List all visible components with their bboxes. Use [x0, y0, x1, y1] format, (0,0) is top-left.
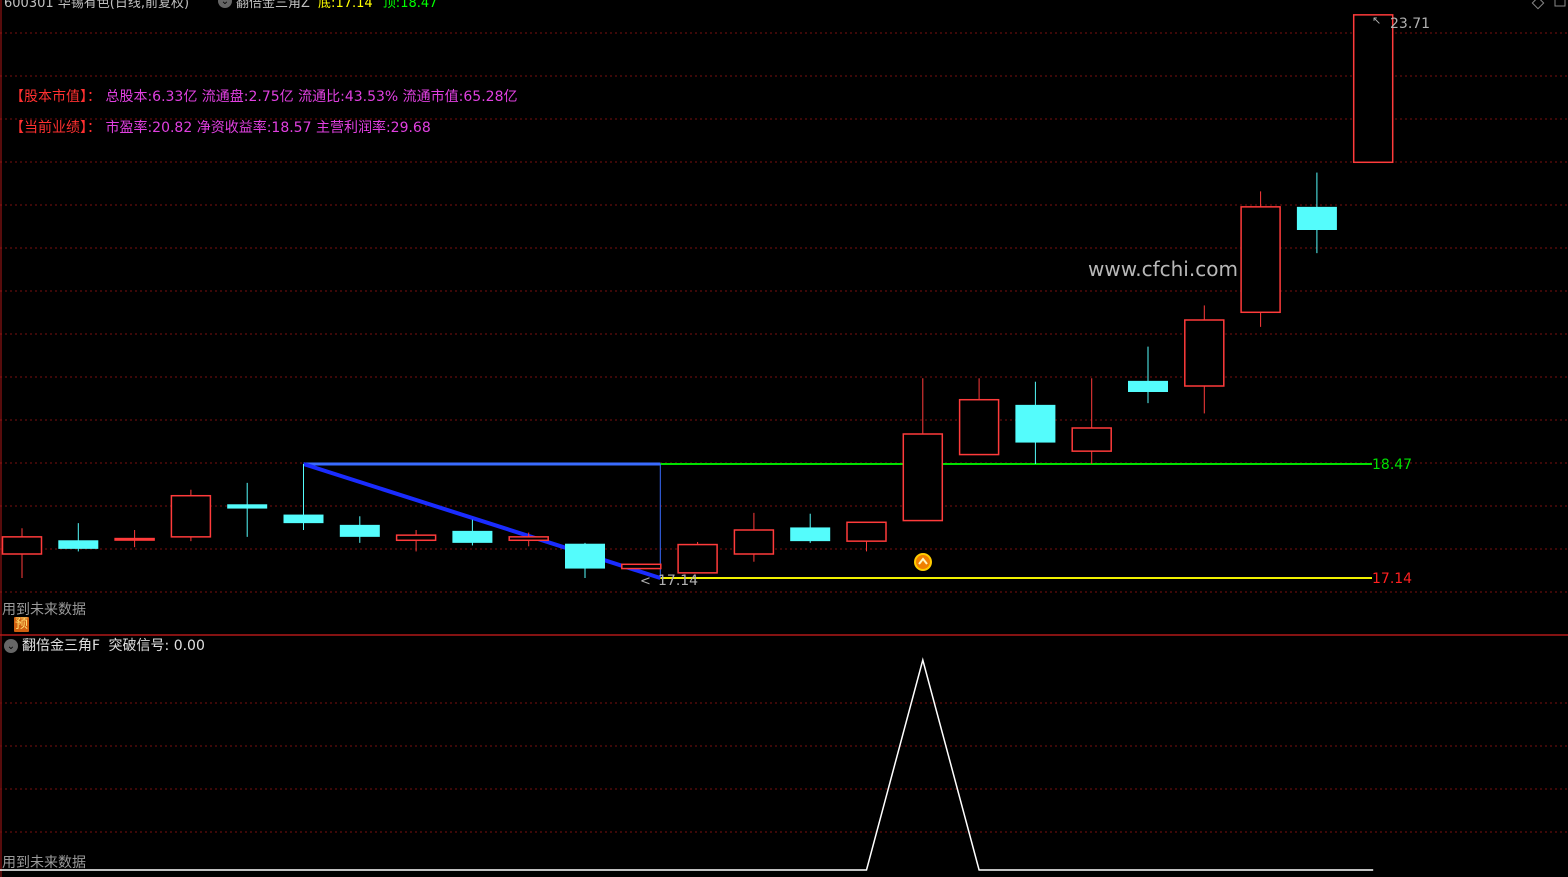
watermark: www.cfchi.com: [1088, 257, 1238, 281]
candle-body: [1128, 380, 1168, 392]
candle-body: [170, 494, 212, 538]
candle-body: [565, 543, 605, 569]
lower-indicator-name[interactable]: 翻倍金三角F: [22, 638, 100, 654]
candle-body: [733, 529, 775, 555]
candle: [508, 532, 549, 547]
candle: [1352, 14, 1394, 164]
candle: [1128, 346, 1168, 404]
bottom-marker-label: 17.14: [658, 573, 698, 589]
candle: [958, 378, 1000, 456]
level-labels: 18.47 17.14 17.14 < 23.71 ↖: [640, 14, 1430, 589]
candle-body: [1184, 319, 1225, 387]
candle: [1, 528, 43, 578]
candle: [733, 512, 775, 562]
candle-body: [902, 433, 944, 522]
info-line-capital: 【股本市值】： 总股本:6.33亿 流通盘:2.75亿 流通比:43.53% 流…: [10, 89, 517, 105]
candle-body: [1, 536, 43, 555]
lower-indicator-menu-icon[interactable]: ⌄: [4, 639, 18, 653]
golden-triangle: [302, 462, 661, 580]
candle-body: [283, 514, 324, 524]
breakout-icon[interactable]: [914, 553, 932, 571]
triangle-hypotenuse: [302, 462, 661, 580]
bottom-marker-arrow: <: [640, 574, 651, 589]
future-data-note-lower: 用到未来数据: [2, 855, 86, 871]
stock-title[interactable]: 600301 华锡有色(日线,前复权): [4, 0, 189, 11]
candle-body: [58, 540, 99, 549]
candle-body: [790, 527, 831, 542]
candle: [565, 542, 605, 578]
candle: [1071, 378, 1112, 464]
max-marker-arrow: ↖: [1372, 14, 1381, 27]
candle-body: [508, 536, 549, 542]
candle: [621, 563, 662, 570]
candle-body: [1296, 206, 1337, 230]
future-data-note-upper: 用到未来数据: [2, 602, 86, 618]
candle: [1240, 191, 1281, 327]
candle-body: [114, 537, 155, 541]
info-line-performance: 【当前业绩】： 市盈率:20.82 净资收益率:18.57 主营利润率:29.6…: [10, 120, 431, 136]
candle-body: [621, 563, 662, 570]
candle: [846, 521, 887, 552]
candle: [1296, 172, 1337, 254]
price-levels: [660, 463, 1372, 579]
capital-label: 【股本市值】：: [10, 89, 101, 105]
lower-grid: [0, 702, 1568, 833]
performance-label: 【当前业绩】：: [10, 120, 101, 136]
bottom-level-label: 17.14: [1372, 571, 1412, 587]
candle-body: [395, 534, 437, 542]
pre-badge: 预: [14, 617, 30, 632]
signal-value: 0.00: [173, 638, 205, 654]
high-label: 顶:: [382, 0, 401, 11]
candle-body: [227, 504, 268, 509]
chart-header: 600301 华锡有色(日线,前复权): [4, 0, 189, 12]
candle-body: [1071, 427, 1112, 452]
corner-diamond-icon[interactable]: [1531, 0, 1566, 10]
candle-body: [1352, 14, 1394, 164]
signal-line: [0, 657, 1374, 871]
signal-polyline: [0, 657, 1374, 871]
candle: [902, 378, 944, 522]
candle: [1015, 381, 1056, 464]
lower-panel-header: 翻倍金三角F 突破信号: 0.00: [22, 638, 205, 654]
candle: [58, 523, 99, 552]
indicator-name[interactable]: 翻倍金三角Z: [236, 0, 310, 11]
performance-text: 市盈率:20.82 净资收益率:18.57 主营利润率:29.68: [105, 120, 431, 136]
low-value: 17.14: [335, 0, 373, 11]
candle-body: [339, 524, 380, 537]
candle-body: [1015, 404, 1056, 443]
low-label: 底:: [318, 0, 336, 11]
candle: [170, 489, 212, 542]
candle: [677, 542, 718, 574]
candle: [339, 516, 380, 543]
candle: [1184, 305, 1225, 414]
candle-body: [1240, 206, 1281, 314]
candle: [395, 530, 437, 552]
candle-body: [677, 543, 718, 574]
candle: [283, 464, 324, 530]
capital-text: 总股本:6.33亿 流通盘:2.75亿 流通比:43.53% 流通市值:65.2…: [105, 89, 518, 105]
max-marker-label: 23.71: [1390, 16, 1430, 32]
candle-body: [452, 530, 493, 543]
candle: [790, 513, 831, 543]
top-level-label: 18.47: [1372, 457, 1412, 473]
candle: [114, 530, 155, 548]
high-value: 18.47: [400, 0, 438, 11]
candle-body: [846, 521, 887, 542]
candle: [227, 482, 268, 537]
candle-body: [958, 398, 1000, 456]
signal-label: 突破信号:: [108, 638, 170, 654]
indicator-header: 翻倍金三角Z 底:17.14 顶:18.47: [236, 0, 437, 12]
